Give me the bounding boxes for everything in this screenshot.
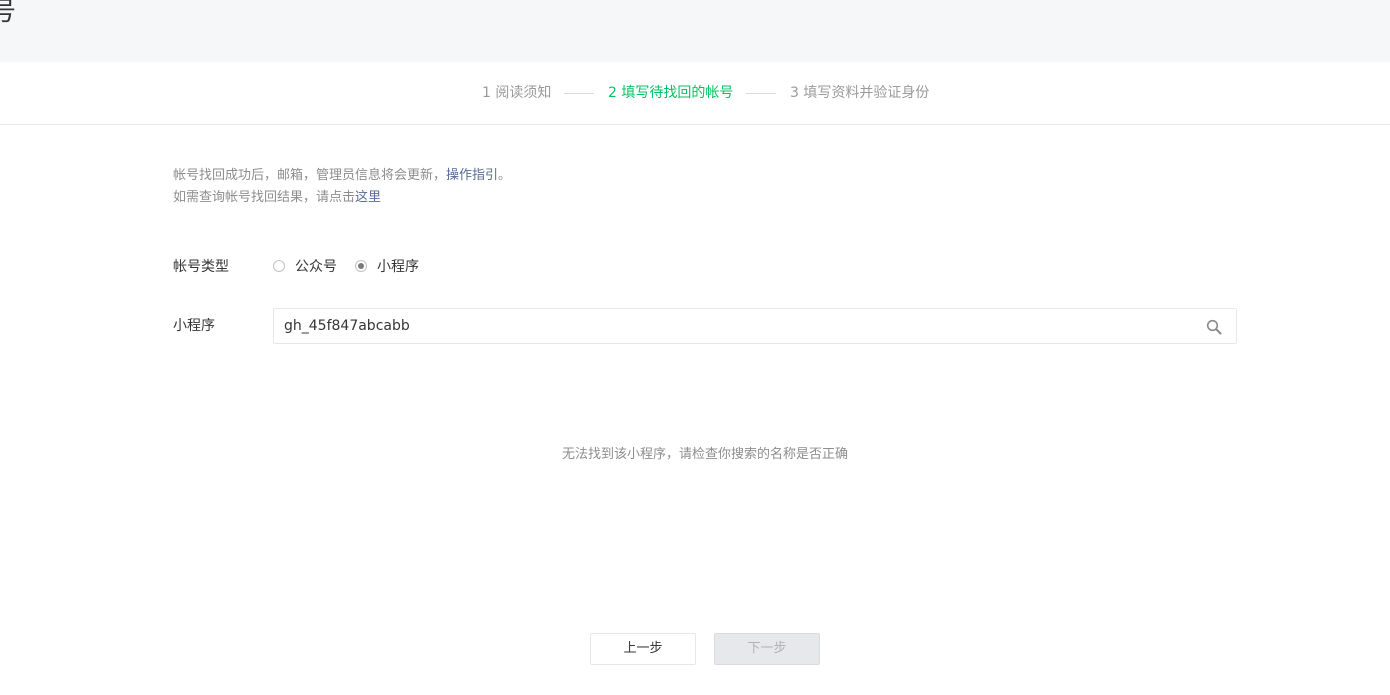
empty-search-result-message: 无法找到该小程序，请检查你搜索的名称是否正确 [561, 447, 848, 462]
step-divider-2 [746, 93, 776, 94]
tip-line-1-end: 。 [498, 168, 512, 183]
radio-official-account[interactable]: 公众号 [273, 256, 337, 276]
radio-mini-program-circle[interactable] [355, 260, 367, 272]
mini-program-search-input[interactable] [274, 309, 1194, 343]
tip-line-1-text: 帐号找回成功后，邮箱，管理员信息将会更新， [173, 168, 447, 183]
mini-program-search-label: 小程序 [173, 318, 215, 334]
tip-line-2: 如需查询帐号找回结果，请点击这里 [173, 187, 511, 209]
top-header: 号 [0, 0, 1390, 62]
tip-line-1: 帐号找回成功后，邮箱，管理员信息将会更新，操作指引。 [173, 165, 511, 187]
prev-step-button[interactable]: 上一步 [590, 633, 696, 665]
mini-program-search-box [273, 308, 1237, 344]
step-1: 1 阅读须知 [482, 85, 552, 101]
account-type-label: 帐号类型 [173, 259, 229, 275]
radio-official-account-circle[interactable] [273, 260, 285, 272]
radio-mini-program-label: 小程序 [377, 259, 419, 275]
step-2-active: 2 填写待找回的帐号 [608, 85, 734, 101]
page-title: 号 [0, 0, 17, 27]
result-query-link[interactable]: 这里 [355, 190, 381, 205]
next-step-button[interactable]: 下一步 [714, 633, 820, 665]
search-icon[interactable] [1206, 319, 1222, 335]
radio-mini-program[interactable]: 小程序 [355, 256, 419, 276]
step-progress: 1 阅读须知 2 填写待找回的帐号 3 填写资料并验证身份 [0, 62, 1390, 125]
guide-link[interactable]: 操作指引 [446, 168, 498, 183]
step-3: 3 填写资料并验证身份 [790, 85, 930, 101]
step-divider-1 [564, 93, 594, 94]
radio-official-account-label: 公众号 [295, 259, 337, 275]
account-type-radio-group: 公众号 小程序 [273, 256, 437, 276]
tip-line-2-text: 如需查询帐号找回结果，请点击 [173, 190, 356, 205]
tips-block: 帐号找回成功后，邮箱，管理员信息将会更新，操作指引。 如需查询帐号找回结果，请点… [173, 165, 511, 209]
